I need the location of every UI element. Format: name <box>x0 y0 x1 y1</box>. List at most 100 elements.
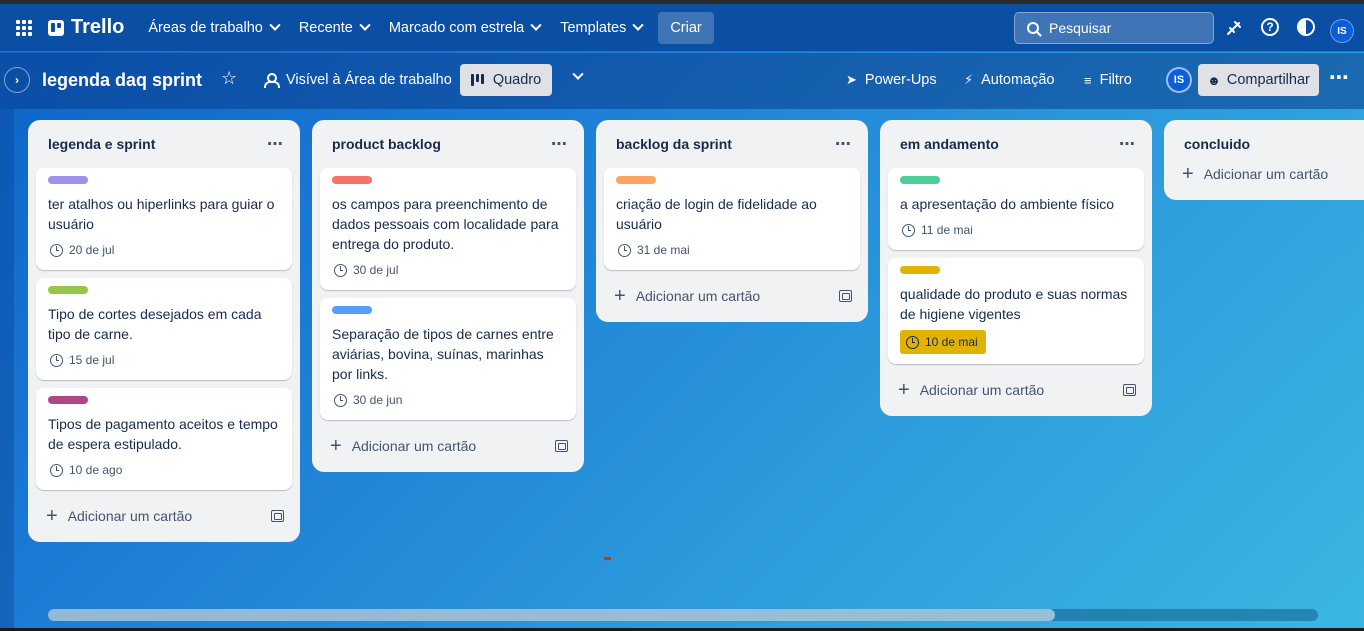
list-title[interactable]: product backlog <box>332 136 441 152</box>
card-template-icon[interactable] <box>555 440 568 452</box>
due-date-badge[interactable]: 31 de mai <box>616 240 694 260</box>
clock-icon <box>50 243 63 257</box>
card-title: Separação de tipos de carnes entre aviár… <box>332 326 554 382</box>
menu-recent-label: Recente <box>298 19 353 36</box>
menu-templates-label: Templates <box>560 19 627 36</box>
trello-logo[interactable]: Trello <box>48 16 124 39</box>
clock-icon <box>50 463 63 477</box>
card-template-icon[interactable] <box>271 510 284 522</box>
board-title[interactable]: legenda daq sprint <box>42 70 202 91</box>
menu-starred-label: Marcado com estrela <box>388 19 525 36</box>
card-title: Tipo de cortes desejados em cada tipo de… <box>48 306 262 342</box>
card-label[interactable] <box>48 176 88 184</box>
add-card-button[interactable]: + Adicionar um cartão <box>604 278 860 314</box>
filter-label: Filtro <box>1099 72 1132 88</box>
board-menu-button[interactable]: ⋯ <box>1329 65 1350 90</box>
add-card-button[interactable]: + Adicionar um cartão <box>888 372 1144 408</box>
board-member-avatar[interactable]: IS <box>1166 67 1192 93</box>
clock-icon <box>902 223 915 237</box>
card[interactable]: Tipos de pagamento aceitos e tempo de es… <box>36 388 292 490</box>
due-date-badge[interactable]: 15 de jul <box>48 350 118 370</box>
card[interactable]: qualidade do produto e suas normas de hi… <box>888 258 1144 364</box>
due-date-badge[interactable]: 10 de ago <box>48 460 126 480</box>
card[interactable]: os campos para preenchimento de dados pe… <box>320 168 576 290</box>
horizontal-scrollbar-thumb[interactable] <box>48 609 1055 621</box>
list-title[interactable]: em andamento <box>900 136 999 152</box>
chevron-down-icon[interactable] <box>572 68 584 80</box>
app-switcher-icon[interactable] <box>16 19 32 36</box>
card[interactable]: Tipo de cortes desejados em cada tipo de… <box>36 278 292 380</box>
due-date-badge[interactable]: 10 de mai <box>900 330 986 354</box>
due-date: 30 de jul <box>353 263 399 277</box>
theme-icon[interactable] <box>1297 18 1315 36</box>
list-title[interactable]: legenda e sprint <box>48 136 155 152</box>
card-title: ter atalhos ou hiperlinks para guiar o u… <box>48 196 275 232</box>
more-icon[interactable]: ⋯ <box>835 134 852 154</box>
card[interactable]: a apresentação do ambiente físico 11 de … <box>888 168 1144 250</box>
menu-recent[interactable]: Recente <box>289 12 379 44</box>
card-label[interactable] <box>616 176 656 184</box>
card-label[interactable] <box>48 286 88 294</box>
card-template-icon[interactable] <box>839 290 852 302</box>
card[interactable]: ter atalhos ou hiperlinks para guiar o u… <box>36 168 292 270</box>
notifications-icon[interactable] <box>1224 18 1244 38</box>
automation-button[interactable]: ⚡ Automação <box>964 72 1055 88</box>
board-view-button[interactable]: Quadro <box>460 64 552 96</box>
sidebar-expand-button[interactable]: › <box>4 67 30 93</box>
trello-logo-icon <box>48 19 64 36</box>
add-card-button[interactable]: + Adicionar um cartão <box>36 498 292 534</box>
list-header[interactable]: product backlog ⋯ <box>320 120 576 168</box>
list-header[interactable]: em andamento ⋯ <box>888 120 1144 168</box>
clock-icon <box>618 243 631 257</box>
create-button[interactable]: Criar <box>658 11 714 44</box>
list-header[interactable]: legenda e sprint ⋯ <box>36 120 292 168</box>
card-title: criação de login de fidelidade ao usuári… <box>616 196 817 232</box>
card-label[interactable] <box>48 396 88 404</box>
due-date: 20 de jul <box>69 243 115 257</box>
powerups-label: Power-Ups <box>864 72 937 88</box>
card-label[interactable] <box>332 306 372 314</box>
plus-icon: + <box>330 435 342 457</box>
plus-icon: + <box>898 379 910 401</box>
add-person-icon: ☻ <box>1207 72 1221 88</box>
card-label[interactable] <box>900 266 940 274</box>
due-date-badge[interactable]: 11 de mai <box>900 220 977 240</box>
help-icon[interactable]: ? <box>1261 18 1279 36</box>
menu-templates[interactable]: Templates <box>550 12 652 44</box>
add-card-label: Adicionar um cartão <box>67 508 193 524</box>
visibility-label: Visível à Área de trabalho <box>286 72 452 88</box>
card-template-icon[interactable] <box>1123 384 1136 396</box>
due-date-badge[interactable]: 20 de jul <box>48 240 118 260</box>
card-label[interactable] <box>332 176 372 184</box>
list-title[interactable]: concluido <box>1184 136 1250 152</box>
menu-workspaces[interactable]: Áreas de trabalho <box>138 12 288 44</box>
list-title[interactable]: backlog da sprint <box>616 136 732 152</box>
add-card-button[interactable]: + Adicionar um cartão <box>1172 156 1364 192</box>
menu-starred[interactable]: Marcado com estrela <box>379 12 550 44</box>
list-backlog-da-sprint: backlog da sprint ⋯ criação de login de … <box>596 120 868 322</box>
filter-button[interactable]: ≡ Filtro <box>1084 72 1132 88</box>
more-icon[interactable]: ⋯ <box>1119 134 1136 154</box>
star-icon[interactable]: ☆ <box>221 68 237 89</box>
board-view-icon <box>470 74 485 86</box>
more-icon[interactable]: ⋯ <box>267 134 284 154</box>
card[interactable]: criação de login de fidelidade ao usuári… <box>604 168 860 270</box>
visibility-button[interactable]: Visível à Área de trabalho <box>264 72 452 88</box>
add-card-button[interactable]: + Adicionar um cartão <box>320 428 576 464</box>
card-label[interactable] <box>900 176 940 184</box>
list-header[interactable]: backlog da sprint ⋯ <box>604 120 860 168</box>
clock-icon <box>50 353 63 367</box>
rocket-icon: ➤ <box>846 72 857 87</box>
user-avatar[interactable]: IS <box>1330 19 1354 43</box>
due-date-badge[interactable]: 30 de jun <box>332 390 406 410</box>
collapsed-sidebar <box>0 109 14 631</box>
due-date-badge[interactable]: 30 de jul <box>332 260 402 280</box>
list-legenda-e-sprint: legenda e sprint ⋯ ter atalhos ou hiperl… <box>28 120 300 542</box>
list-concluido: concluido + Adicionar um cartão <box>1164 120 1364 200</box>
search-input[interactable]: Pesquisar <box>1014 12 1214 44</box>
add-card-label: Adicionar um cartão <box>919 382 1045 398</box>
more-icon[interactable]: ⋯ <box>551 134 568 154</box>
card[interactable]: Separação de tipos de carnes entre aviár… <box>320 298 576 420</box>
powerups-button[interactable]: ➤ Power-Ups <box>846 72 937 88</box>
share-button[interactable]: ☻ Compartilhar <box>1198 64 1319 96</box>
